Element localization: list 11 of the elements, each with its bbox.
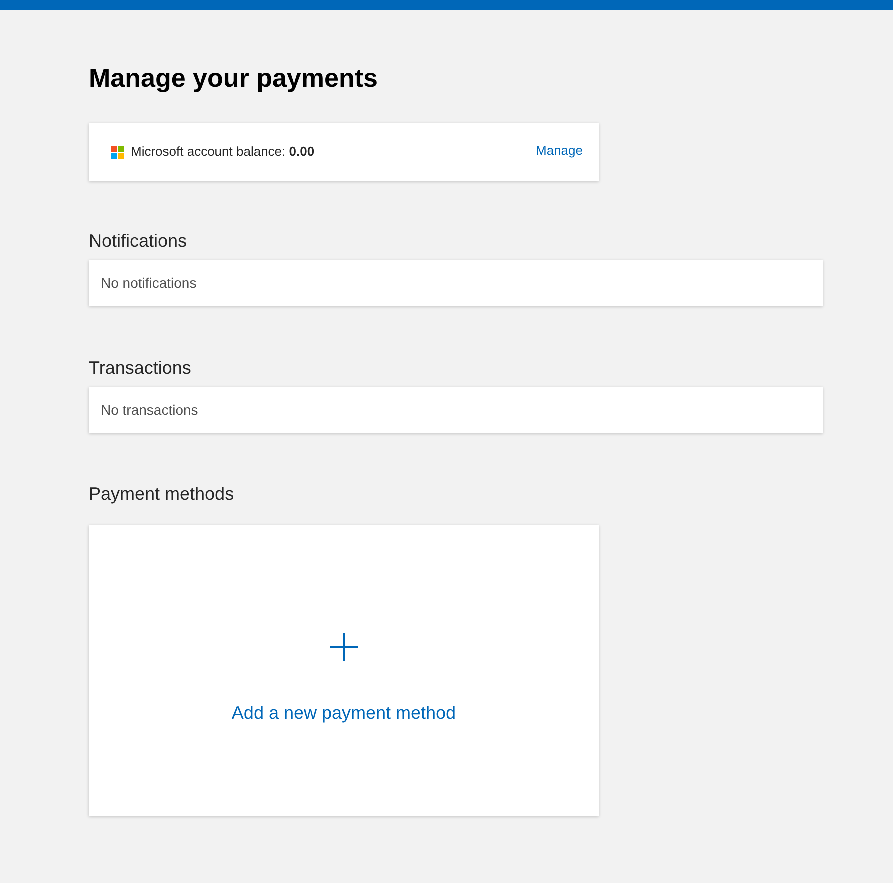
empty-message: No notifications [89, 260, 823, 306]
add-payment-link[interactable]: Add a new payment method [232, 700, 456, 727]
plus-icon [329, 632, 359, 662]
manage-link[interactable]: Manage [536, 140, 583, 160]
section-heading: Transactions [89, 357, 192, 380]
page-title: Manage your payments [89, 62, 379, 94]
section-heading: Notifications [89, 230, 188, 253]
windows-logo-icon [111, 146, 124, 158]
empty-message: No transactions [89, 387, 823, 433]
section-heading: Payment methods [89, 483, 236, 506]
balance-text: Microsoft account balance: 0.00 [131, 143, 315, 162]
